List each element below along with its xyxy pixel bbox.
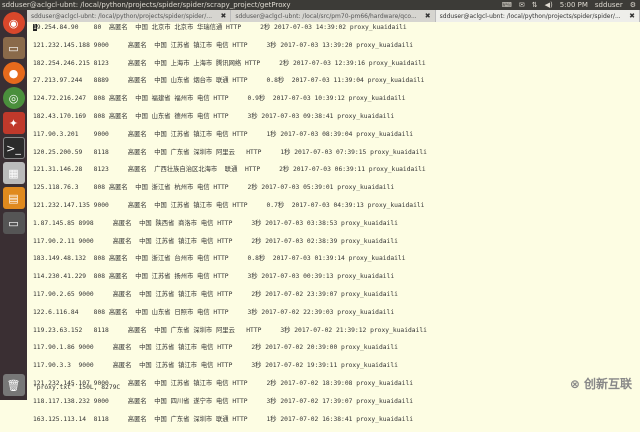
- close-icon[interactable]: ✖: [629, 12, 635, 20]
- window-title: sdduser@aclgcl-ubnt: /local/python/proje…: [2, 1, 291, 9]
- list-item: 121.31.146.28 8123 高匿名 广西壮族自治区北海市 联通 HTT…: [33, 166, 426, 174]
- list-item: 121.232.145.107 9000 高匿名 中国 江苏省 镇江市 电信 H…: [33, 379, 414, 387]
- vim-status-line: "proxy.txt" 150L, 8279C: [33, 384, 121, 391]
- tab-label: sdduser@aclgcl-ubnt: /local/src/pm70-pm6…: [235, 12, 417, 20]
- close-icon[interactable]: ✖: [425, 12, 431, 20]
- volume-icon[interactable]: ◀): [545, 0, 553, 10]
- list-item: 183.149.48.132 808 高匿名 中国 浙江省 台州市 电信 HTT…: [33, 255, 406, 263]
- list-item: 114.230.41.229 808 高匿名 中国 江苏省 扬州市 电信 HTT…: [33, 273, 395, 281]
- list-item: 121.232.145.188 9000 高匿名 中国 江苏省 镇江市 电信 H…: [33, 41, 414, 49]
- list-item: 120.25.200.59 8118 高匿名 中国 广东省 深圳市 阿里云 HT…: [33, 148, 427, 156]
- clock[interactable]: 5:00 PM: [560, 0, 588, 10]
- list-item: 182.254.246.215 8123 高匿名 中国 上海市 上海市 腾讯网络…: [33, 59, 426, 67]
- window-icon[interactable]: ▭: [2, 212, 25, 234]
- tab-3[interactable]: sdduser@aclgcl-ubnt: /local/python/proje…: [435, 10, 640, 22]
- launcher: ◉ ▭ ● ◎ ✦ >_ ▦ ▤ ▭ 🗑: [0, 10, 27, 400]
- list-item: 125.118.76.3 808 高匿名 中国 浙江省 杭州市 电信 HTTP …: [33, 184, 395, 192]
- list-item: 118.117.138.232 9000 高匿名 中国 四川省 遂宁市 电信 H…: [33, 397, 414, 405]
- list-item: 124.72.216.247 808 高匿名 中国 福建省 福州市 电信 HTT…: [33, 95, 406, 103]
- watermark: ⊗ 创新互联: [570, 375, 632, 392]
- top-panel: sdduser@aclgcl-ubnt: /local/python/proje…: [0, 0, 640, 10]
- calculator-icon[interactable]: ▦: [2, 162, 25, 184]
- tab-label: sdduser@aclgcl-ubnt: /local/python/proje…: [439, 12, 621, 20]
- terminal-tabs: sdduser@aclgcl-ubnt: /local/python/proje…: [27, 10, 640, 22]
- chrome-icon[interactable]: ◎: [2, 87, 25, 109]
- watermark-logo-icon: ⊗: [569, 376, 580, 391]
- trash-icon[interactable]: 🗑: [2, 374, 25, 396]
- list-item: 119.23.63.152 8118 高匿名 中国 广东省 深圳市 阿里云 HT…: [33, 326, 427, 334]
- tab-1[interactable]: sdduser@aclgcl-ubnt: /local/python/proje…: [27, 10, 232, 22]
- gear-icon[interactable]: ⚙: [630, 0, 636, 10]
- list-item: 121.232.147.135 9000 高匿名 中国 江苏省 镇江市 电信 H…: [33, 201, 425, 209]
- list-item: 117.90.2.65 9000 高匿名 中国 江苏省 镇江市 电信 HTTP …: [33, 290, 398, 298]
- list-item: 117.90.1.86 9000 高匿名 中国 江苏省 镇江市 电信 HTTP …: [33, 344, 398, 352]
- list-item: 27.213.97.244 8889 高匿名 中国 山东省 烟台市 联通 HTT…: [33, 77, 425, 85]
- settings-icon[interactable]: ✦: [2, 112, 25, 134]
- firefox-icon[interactable]: ●: [2, 62, 25, 84]
- list-item: 122.6.116.84 808 高匿名 中国 山东省 日照市 电信 HTTP …: [33, 308, 395, 316]
- list-item: 19.254.84.90 80 高匿名 中国 北京市 北京市 华瑞信通 HTTP…: [33, 23, 634, 41]
- indicator-area: ⌨ ✉ ⇅ ◀) 5:00 PM sdduser ⚙: [502, 0, 636, 10]
- terminal-content[interactable]: 19.254.84.90 80 高匿名 中国 北京市 北京市 华瑞信通 HTTP…: [27, 22, 640, 423]
- list-item: 182.43.170.169 808 高匿名 中国 山东省 德州市 电信 HTT…: [33, 112, 395, 120]
- list-item: 117.90.3.3 9000 高匿名 中国 江苏省 镇江市 电信 HTTP 3…: [33, 362, 398, 370]
- list-item: 163.125.113.14 8118 高匿名 中国 广东省 深圳市 联通 HT…: [33, 415, 414, 423]
- terminal-icon[interactable]: >_: [2, 137, 25, 159]
- mail-icon[interactable]: ✉: [519, 0, 525, 10]
- tab-label: sdduser@aclgcl-ubnt: /local/python/proje…: [31, 12, 213, 20]
- network-icon[interactable]: ⇅: [532, 0, 538, 10]
- user-menu[interactable]: sdduser: [595, 0, 623, 10]
- tab-2[interactable]: sdduser@aclgcl-ubnt: /local/src/pm70-pm6…: [231, 10, 436, 22]
- watermark-text: 创新互联: [583, 377, 632, 391]
- list-item: 117.90.2.11 9000 高匿名 中国 江苏省 镇江市 电信 HTTP …: [33, 237, 398, 245]
- dash-icon[interactable]: ◉: [2, 12, 25, 34]
- list-item: 1.87.145.85 8998 高匿名 中国 陕西省 商洛市 电信 HTTP …: [33, 219, 398, 227]
- keyboard-icon[interactable]: ⌨: [502, 0, 512, 10]
- line-text: 9.254.84.90 80 高匿名 中国 北京市 北京市 华瑞信通 HTTP …: [36, 24, 407, 31]
- files-icon[interactable]: ▭: [2, 37, 25, 59]
- pdf-icon[interactable]: ▤: [2, 187, 25, 209]
- close-icon[interactable]: ✖: [220, 12, 226, 20]
- list-item: 117.90.3.201 9000 高匿名 中国 江苏省 镇江市 电信 HTTP…: [33, 130, 414, 138]
